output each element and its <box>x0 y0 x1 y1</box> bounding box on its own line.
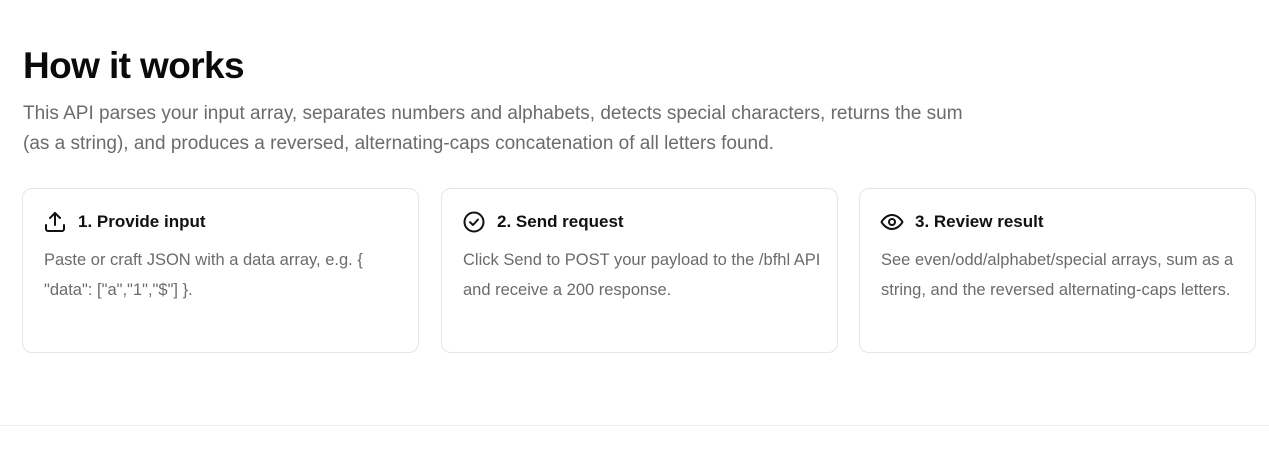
step-card-review-result: 3. Review result See even/odd/alphabet/s… <box>859 188 1256 353</box>
check-circle-icon <box>462 210 486 234</box>
section-divider <box>0 425 1269 426</box>
section-title: How it works <box>23 45 245 86</box>
section-description: This API parses your input array, separa… <box>23 103 963 154</box>
step-title: 3. Review result <box>915 212 1044 231</box>
step-card-send-request: 2. Send request Click Send to POST your … <box>441 188 838 353</box>
upload-icon <box>43 210 67 234</box>
eye-icon <box>880 210 904 234</box>
step-card-provide-input: 1. Provide input Paste or craft JSON wit… <box>22 188 419 353</box>
step-title: 2. Send request <box>497 212 624 231</box>
step-title: 1. Provide input <box>78 212 206 231</box>
step-description: Paste or craft JSON with a data array, e… <box>44 251 363 299</box>
step-card-header: 2. Send request <box>462 209 624 235</box>
step-card-header: 3. Review result <box>880 209 1044 235</box>
how-it-works-section: How it works This API parses your input … <box>0 0 1269 449</box>
step-card-header: 1. Provide input <box>43 209 206 235</box>
step-description: See even/odd/alphabet/special arrays, su… <box>881 251 1234 299</box>
step-description: Click Send to POST your payload to the /… <box>463 251 821 299</box>
